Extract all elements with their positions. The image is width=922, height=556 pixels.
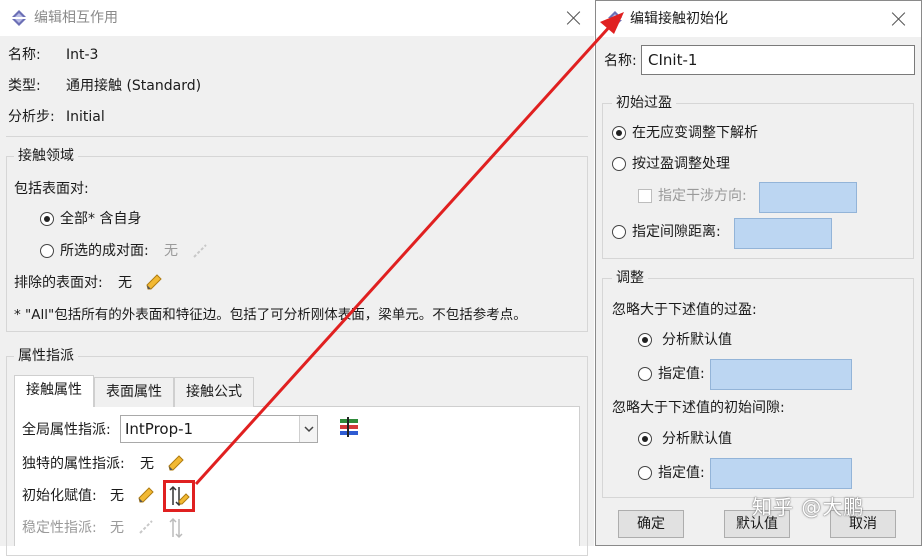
watermark: 知乎 @大鹏 xyxy=(752,495,865,519)
annotation-arrow xyxy=(194,12,624,486)
